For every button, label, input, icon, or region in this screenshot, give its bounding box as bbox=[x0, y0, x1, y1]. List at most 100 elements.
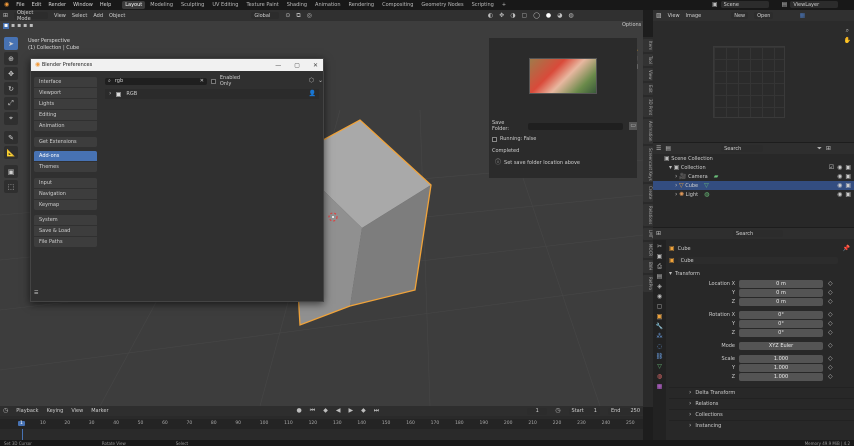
annotate-tool-icon[interactable]: ✎ bbox=[4, 131, 18, 144]
visibility-icon[interactable]: ◐ bbox=[488, 12, 493, 19]
tag-filter-icon[interactable]: ⬡ bbox=[309, 78, 314, 84]
keyframe-icon[interactable]: ◇ bbox=[828, 329, 833, 336]
constraints-props-icon[interactable]: ⛓ bbox=[656, 354, 664, 360]
sidebar-tab-view[interactable]: View bbox=[643, 67, 653, 82]
sidebar-tab-bvh[interactable]: BVH bbox=[643, 260, 653, 273]
location-x-field-value[interactable]: 0 m bbox=[739, 279, 823, 288]
prev-key-icon[interactable]: ◆ bbox=[323, 408, 328, 414]
sidebar-tab-item[interactable]: Item bbox=[643, 39, 653, 53]
menu-window[interactable]: Window bbox=[73, 2, 93, 8]
overlay-icon[interactable]: ◑ bbox=[510, 12, 515, 19]
prefs-nav-animation[interactable]: Animation bbox=[34, 121, 97, 131]
data-props-icon[interactable]: ▽ bbox=[657, 364, 662, 370]
collection-props-icon[interactable]: ▢ bbox=[657, 304, 663, 310]
scale-x-field-value[interactable]: 1.000 bbox=[739, 354, 823, 363]
modifier-props-icon[interactable]: 🔧 bbox=[656, 324, 663, 330]
prefs-nav-add-ons[interactable]: Add-ons bbox=[34, 151, 97, 161]
expand-icon[interactable]: › bbox=[675, 182, 677, 189]
world-props-icon[interactable]: ◉ bbox=[657, 294, 662, 300]
camera-render-icon[interactable]: ▣ bbox=[845, 191, 851, 198]
properties-search-input[interactable]: Search bbox=[733, 230, 784, 237]
measure-tool-icon[interactable]: 📐 bbox=[4, 146, 18, 159]
menu-edit[interactable]: Edit bbox=[32, 2, 42, 8]
prefs-nav-viewport[interactable]: Viewport bbox=[34, 88, 97, 98]
view-layer-props-icon[interactable]: ▤ bbox=[657, 274, 663, 280]
viewport-menu-add[interactable]: Add bbox=[93, 13, 103, 19]
scale-z-field-value[interactable]: 1.000 bbox=[739, 372, 823, 381]
blender-logo-icon[interactable]: ◉ bbox=[4, 2, 9, 8]
scene-field[interactable]: Scene bbox=[720, 1, 769, 8]
sidebar-tab-create[interactable]: Create bbox=[643, 184, 653, 202]
end-frame-field[interactable]: End 250 bbox=[607, 407, 643, 415]
tab-layout[interactable]: Layout bbox=[122, 1, 146, 9]
prefs-nav-get-extensions[interactable]: Get Extensions bbox=[34, 137, 97, 147]
keyframe-icon[interactable]: ◇ bbox=[828, 280, 833, 287]
object-name-field[interactable]: Cube bbox=[677, 257, 838, 264]
add-cube-tool-icon[interactable]: ▣ bbox=[4, 165, 18, 178]
tab-scripting[interactable]: Scripting bbox=[469, 1, 497, 9]
addon-row-rgb[interactable]: › RGB 👤 bbox=[105, 89, 319, 99]
viewport-menu-select[interactable]: Select bbox=[72, 13, 87, 19]
panel-instancing[interactable]: › Instancing bbox=[669, 420, 854, 431]
maximize-icon[interactable]: ▢ bbox=[294, 62, 300, 69]
expand-icon[interactable]: ▾ bbox=[669, 164, 672, 171]
pivot-icon[interactable]: ⊙ bbox=[285, 12, 290, 19]
frame-ruler[interactable]: 1 10 20 30 40 50 60 70 80 90 100 110 120 130 140 150 160… bbox=[0, 419, 643, 441]
menu-help[interactable]: Help bbox=[100, 2, 111, 8]
keyframe-icon[interactable]: ◇ bbox=[828, 364, 833, 371]
add-workspace-button[interactable]: + bbox=[499, 1, 509, 9]
panel-relations[interactable]: › Relations bbox=[669, 398, 854, 409]
shading-rendered-icon[interactable]: ◍ bbox=[568, 12, 573, 19]
prefs-nav-editing[interactable]: Editing bbox=[34, 110, 97, 120]
object-props-icon[interactable]: ▣ bbox=[656, 314, 663, 320]
minimize-icon[interactable]: — bbox=[275, 62, 281, 69]
eye-icon[interactable]: ◉ bbox=[837, 182, 842, 189]
tab-animation[interactable]: Animation bbox=[312, 1, 344, 9]
mode-selector[interactable]: Object Mode bbox=[14, 10, 49, 22]
viewport-menu-object[interactable]: Object bbox=[109, 13, 125, 19]
shading-material-icon[interactable]: ◕ bbox=[557, 12, 562, 19]
add-object-tool-icon[interactable]: ⬚ bbox=[4, 180, 18, 193]
rotation-z-field-value[interactable]: 0° bbox=[739, 328, 823, 337]
timeline-type-icon[interactable]: ◷ bbox=[3, 408, 8, 414]
options-dropdown[interactable]: Options bbox=[622, 22, 641, 28]
timeline-menu-marker[interactable]: Marker bbox=[91, 408, 108, 414]
cursor-tool-icon[interactable]: ⊕ bbox=[4, 52, 18, 65]
select-intersect-icon[interactable]: ▪ bbox=[29, 22, 33, 29]
prefs-nav-navigation[interactable]: Navigation bbox=[34, 189, 97, 199]
filter-icon[interactable]: ⏷ bbox=[817, 145, 822, 152]
sidebar-tab-edit[interactable]: Edit bbox=[643, 83, 653, 96]
pin-icon[interactable]: 📌 bbox=[843, 245, 850, 252]
image-editor-type-icon[interactable]: ▨ bbox=[656, 12, 662, 19]
viewport-menu-view[interactable]: View bbox=[54, 13, 66, 19]
render-props-icon[interactable]: ▣ bbox=[657, 254, 663, 260]
outliner-type-icon[interactable]: ☰ bbox=[656, 145, 661, 152]
transform-tool-icon[interactable]: ⌖ bbox=[4, 112, 18, 125]
eye-icon[interactable]: ◉ bbox=[837, 173, 842, 180]
tab-shading[interactable]: Shading bbox=[284, 1, 310, 9]
play-icon[interactable]: ▶ bbox=[348, 408, 353, 414]
image-pan-icon[interactable]: ✋ bbox=[844, 38, 851, 44]
jump-start-icon[interactable]: ⏮ bbox=[310, 408, 315, 414]
keyframe-icon[interactable]: ◇ bbox=[828, 289, 833, 296]
expand-icon[interactable]: › bbox=[675, 173, 677, 180]
tab-compositing[interactable]: Compositing bbox=[379, 1, 416, 9]
keyframe-icon[interactable]: ◇ bbox=[828, 298, 833, 305]
shading-wireframe-icon[interactable]: ◯ bbox=[533, 12, 540, 19]
addon-search-input[interactable]: ⌕ rgb ✕ bbox=[105, 77, 207, 85]
transform-panel-header[interactable]: ▾ Transform bbox=[669, 268, 854, 279]
panel-collections[interactable]: › Collections bbox=[669, 409, 854, 420]
sidebar-tab-mocr[interactable]: MOCR bbox=[643, 242, 653, 259]
keyframe-icon[interactable]: ◇ bbox=[828, 320, 833, 327]
folder-icon[interactable]: ▭ bbox=[629, 122, 637, 130]
jump-end-icon[interactable]: ⏭ bbox=[374, 408, 379, 414]
expand-icon[interactable]: › bbox=[675, 191, 677, 198]
scale-y-field-value[interactable]: 1.000 bbox=[739, 363, 823, 372]
timeline-menu-playback[interactable]: Playback bbox=[16, 408, 38, 414]
current-frame-field[interactable]: 1 bbox=[527, 407, 548, 415]
image-zoom-icon[interactable]: ⌕ bbox=[844, 28, 851, 34]
camera-render-icon[interactable]: ▣ bbox=[845, 173, 851, 180]
preferences-titlebar[interactable]: ◉ Blender Preferences — ▢ ✕ bbox=[31, 59, 323, 71]
proportional-edit-icon[interactable]: ◎ bbox=[307, 12, 312, 19]
sidebar-tab-3d-print[interactable]: 3D Print bbox=[643, 97, 653, 118]
